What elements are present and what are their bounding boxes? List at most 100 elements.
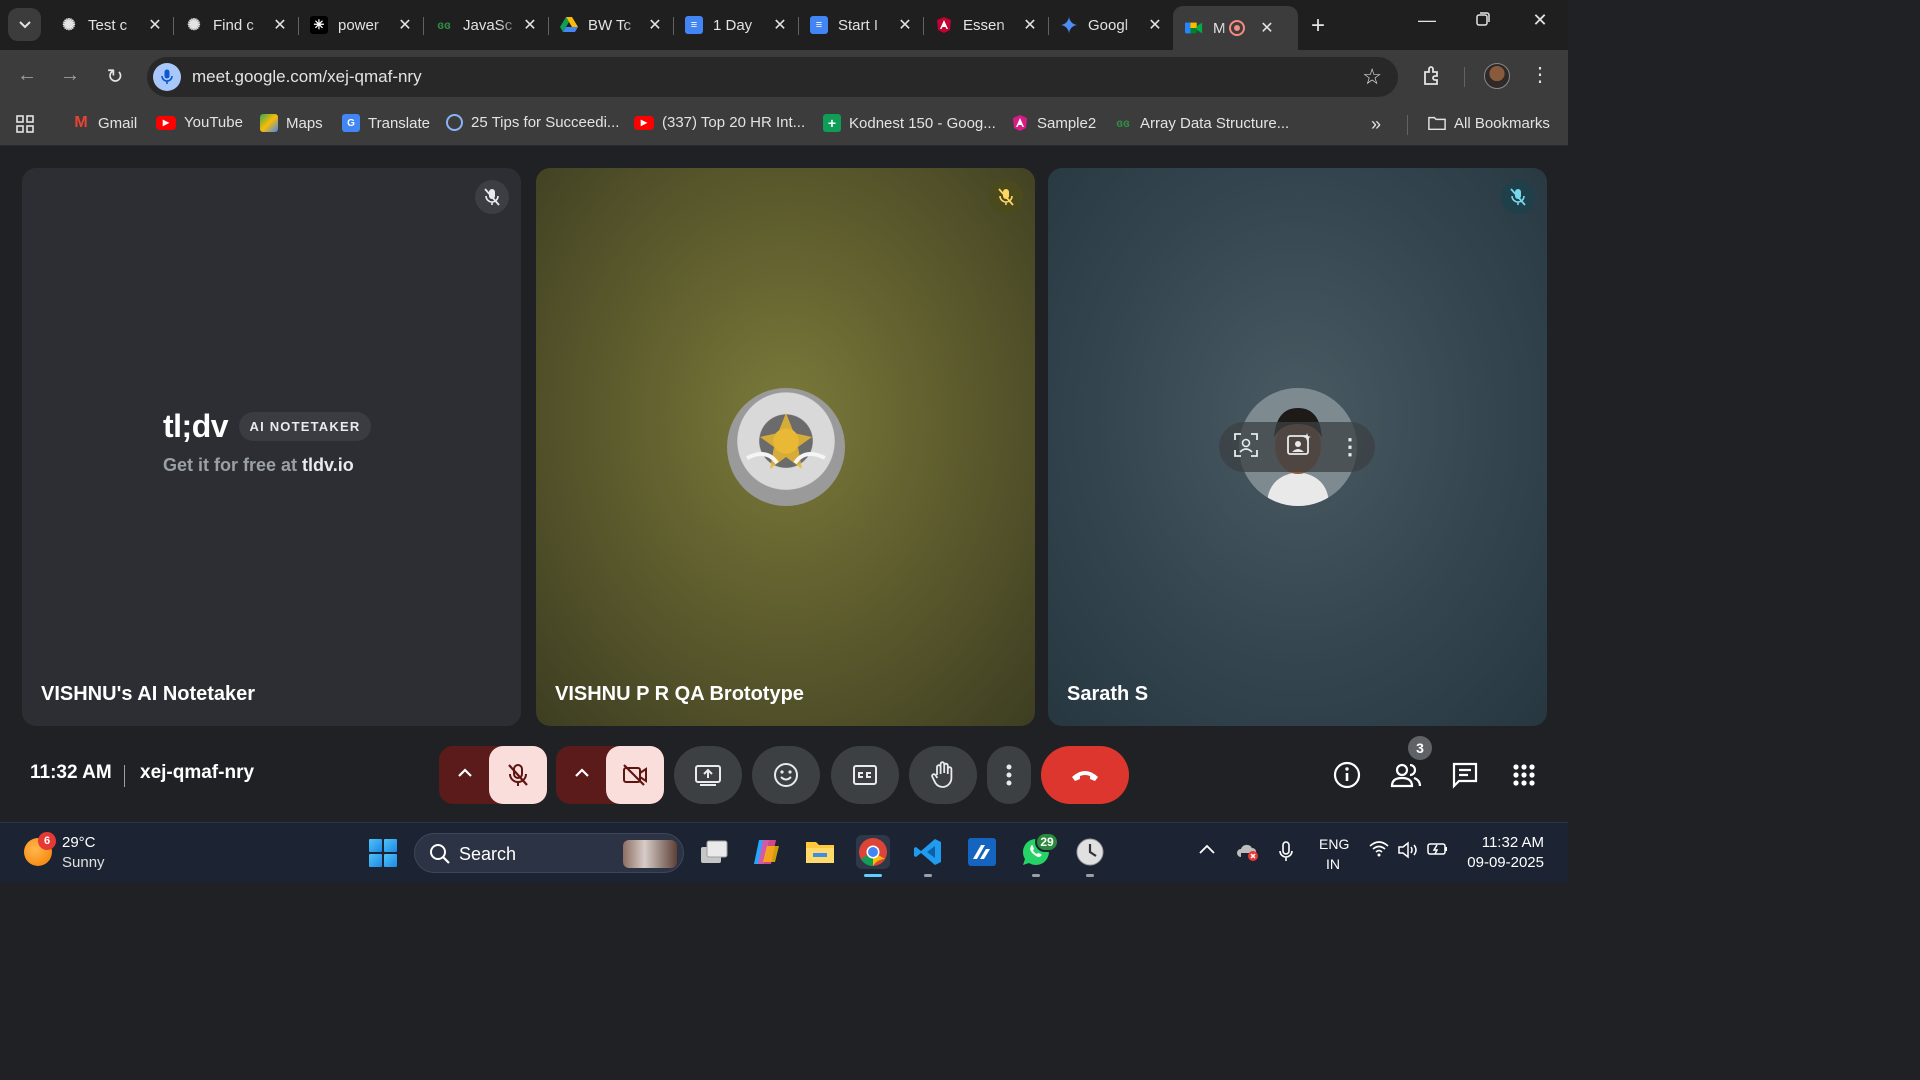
chrome-taskbar-button[interactable] [856,835,890,877]
people-button[interactable] [1390,759,1422,791]
start-button[interactable] [369,839,397,867]
weather-temperature[interactable]: 29°C [62,834,96,851]
close-tab-icon[interactable]: ✕ [397,15,413,35]
copilot-button[interactable] [749,835,783,869]
audio-options-button[interactable] [455,765,475,783]
close-tab-icon[interactable]: ✕ [1147,15,1163,35]
all-bookmarks-button[interactable]: All Bookmarks [1428,114,1550,132]
restore-button[interactable] [1468,10,1498,31]
participant-tile[interactable]: ⋮ Sarath S [1048,168,1547,726]
battery-tray-icon[interactable] [1427,841,1449,862]
participant-tile[interactable]: VISHNU P R QA Brototype [536,168,1035,726]
browser-tab[interactable]: ≡ Start I ✕ [798,6,923,44]
system-time[interactable]: 11:32 AM [1482,834,1544,851]
participant-name: VISHNU's AI Notetaker [41,683,256,705]
browser-tab[interactable]: Googl ✕ [1048,6,1173,44]
clock-app-button[interactable] [1073,835,1107,877]
browser-tab[interactable]: BW Tc ✕ [548,6,673,44]
bookmark-tips[interactable]: 25 Tips for Succeedi... [446,114,619,131]
back-button[interactable]: ← [14,64,40,87]
activities-button[interactable] [1508,759,1540,791]
bookmark-hr-interview[interactable]: ▶ (337) Top 20 HR Int... [634,114,805,131]
reactions-button[interactable] [752,746,820,804]
show-hidden-icons-button[interactable] [1199,841,1215,859]
vscode-button[interactable] [911,835,945,877]
emoji-icon [774,763,798,787]
volume-tray-icon[interactable] [1397,841,1419,864]
browser-tab-active[interactable]: M ✕ [1173,6,1298,50]
meeting-details-button[interactable] [1331,759,1363,791]
present-screen-button[interactable] [674,746,742,804]
apps-grid-icon[interactable] [15,114,35,134]
tldv-logo: tl;dv [163,408,229,444]
network-tray-icon[interactable] [1369,841,1389,862]
close-tab-icon[interactable]: ✕ [522,15,538,35]
taskbar-search[interactable]: Search [414,833,684,873]
input-region[interactable]: IN [1326,856,1340,872]
browser-menu-button[interactable]: ⋮ [1530,62,1550,87]
weather-condition[interactable]: Sunny [62,854,105,871]
visual-effects-icon[interactable] [1286,432,1312,463]
bookmark-kodnest[interactable]: + Kodnest 150 - Goog... [823,114,996,132]
close-tab-icon[interactable]: ✕ [897,15,913,35]
browser-tab[interactable]: ɞɞ JavaSc ✕ [423,6,548,44]
tab-title: JavaSc [463,16,513,34]
bookmark-sample2[interactable]: Sample2 [1011,114,1096,132]
close-tab-icon[interactable]: ✕ [147,15,163,35]
tab-search-button[interactable] [8,8,41,41]
close-tab-icon[interactable]: ✕ [1259,18,1275,38]
browser-tab[interactable]: ≡ 1 Day ✕ [673,6,798,44]
toolbar-divider [1464,67,1465,87]
more-options-icon[interactable]: ⋮ [1339,434,1361,460]
bookmark-star-icon[interactable]: ☆ [1362,64,1382,90]
azure-data-studio-button[interactable] [965,835,999,869]
chat-button[interactable] [1449,759,1481,791]
reload-button[interactable]: ↻ [102,64,128,89]
microphone-icon [1279,841,1293,861]
browser-tab[interactable]: Essen ✕ [923,6,1048,44]
file-explorer-button[interactable] [803,835,837,869]
bookmark-youtube[interactable]: ▶ YouTube [156,114,243,131]
battery-charging-icon [1427,843,1447,855]
new-tab-button[interactable]: + [1305,12,1331,40]
toggle-microphone-button[interactable] [489,746,547,804]
video-options-button[interactable] [572,765,592,783]
microphone-in-use-icon[interactable] [153,63,181,91]
participant-tile[interactable]: tl;dv AI NOTETAKER Get it for free at tl… [22,168,521,726]
system-date[interactable]: 09-09-2025 [1467,854,1544,871]
onedrive-tray-icon[interactable] [1236,843,1260,866]
bookmark-translate[interactable]: G Translate [342,114,430,132]
address-bar[interactable]: meet.google.com/xej-qmaf-nry ☆ [147,57,1398,97]
bookmark-label: Kodnest 150 - Goog... [849,114,996,132]
close-window-button[interactable]: ✕ [1525,10,1555,31]
captions-button[interactable] [831,746,899,804]
minimize-button[interactable]: — [1412,10,1442,31]
bookmark-label: 25 Tips for Succeedi... [471,114,620,131]
more-bookmarks-button[interactable]: » [1371,114,1381,135]
close-tab-icon[interactable]: ✕ [272,15,288,35]
tldv-link: tldv.io [302,455,354,475]
bookmark-array-ds[interactable]: ɞɞ Array Data Structure... [1114,114,1289,132]
frame-person-icon[interactable] [1233,432,1259,463]
browser-tab[interactable]: ✳ power ✕ [298,6,423,44]
leave-call-button[interactable] [1041,746,1129,804]
close-tab-icon[interactable]: ✕ [772,15,788,35]
tab-title: Test c [88,16,128,34]
profile-avatar[interactable] [1484,63,1510,89]
microphone-tray-icon[interactable] [1278,841,1294,868]
close-tab-icon[interactable]: ✕ [1022,15,1038,35]
tldv-tagline-prefix: Get it for free at [163,455,298,475]
url-text[interactable]: meet.google.com/xej-qmaf-nry [192,67,422,87]
bookmark-maps[interactable]: Maps [260,114,323,132]
bookmark-gmail[interactable]: M Gmail [72,114,137,132]
close-tab-icon[interactable]: ✕ [647,15,663,35]
input-language[interactable]: ENG [1319,836,1349,852]
more-options-button[interactable] [987,746,1031,804]
forward-button[interactable]: → [57,64,83,87]
task-view-button[interactable] [697,835,731,869]
toggle-camera-button[interactable] [606,746,664,804]
browser-tab[interactable]: ✺ Test c ✕ [48,6,173,44]
raise-hand-button[interactable] [909,746,977,804]
extensions-icon[interactable] [1420,64,1444,88]
browser-tab[interactable]: ✺ Find c ✕ [173,6,298,44]
